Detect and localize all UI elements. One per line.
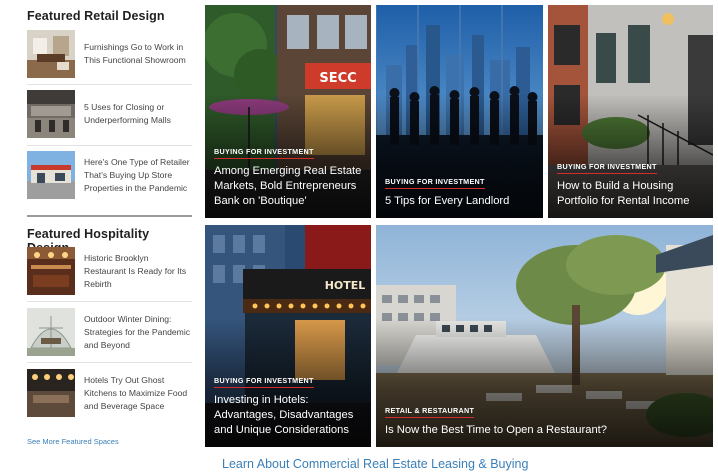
sidebar-item-malls[interactable]: 5 Uses for Closing or Underperforming Ma… (27, 89, 192, 139)
divider (27, 301, 192, 302)
card-category[interactable]: BUYING FOR INVESTMENT (214, 147, 314, 159)
sidebar-item-label: Hotels Try Out Ghost Kitchens to Maximiz… (84, 374, 188, 411)
winter-dining-thumbnail (27, 308, 75, 356)
sidebar-item-label: Historic Brooklyn Restaurant Is Ready fo… (84, 252, 187, 289)
card-headline[interactable]: Investing in Hotels: Advantages, Disadva… (214, 393, 363, 438)
sidebar-item-label: 5 Uses for Closing or Underperforming Ma… (84, 102, 171, 125)
mall-thumbnail (27, 90, 75, 138)
divider (27, 362, 192, 363)
featured-sidebar: Featured Retail Design Furnishings Go to… (20, 0, 192, 474)
store-thumbnail (27, 151, 75, 199)
card-headline[interactable]: Among Emerging Real Estate Markets, Bold… (214, 164, 363, 209)
leasing-buying-link[interactable]: Learn About Commercial Real Estate Leasi… (222, 457, 528, 471)
sidebar-item-label: Furnishings Go to Work in This Functiona… (84, 42, 186, 65)
article-card-landlord-tips[interactable]: BUYING FOR INVESTMENT 5 Tips for Every L… (376, 5, 543, 218)
see-more-featured-spaces-link[interactable]: See More Featured Spaces (27, 437, 119, 446)
article-card-boutique[interactable]: SECC BUYING FOR INVESTMENT Among Emergin… (205, 5, 371, 218)
card-category[interactable]: BUYING FOR INVESTMENT (557, 162, 657, 174)
storefront-sign: SECC (319, 71, 356, 86)
sidebar-item-ghost-kitchens[interactable]: Hotels Try Out Ghost Kitchens to Maximiz… (27, 368, 192, 418)
card-headline[interactable]: 5 Tips for Every Landlord (385, 194, 535, 209)
showroom-thumbnail (27, 30, 75, 78)
hotel-kitchen-thumbnail (27, 369, 75, 417)
sidebar-item-brooklyn-restaurant[interactable]: Historic Brooklyn Restaurant Is Ready fo… (27, 246, 192, 296)
card-category[interactable]: RETAIL & RESTAURANT (385, 406, 475, 418)
card-category[interactable]: BUYING FOR INVESTMENT (214, 376, 314, 388)
hotel-sign: HOTEL (325, 279, 366, 292)
sidebar-item-store-properties[interactable]: Here's One Type of Retailer That's Buyin… (27, 150, 192, 200)
sidebar-item-label: Here's One Type of Retailer That's Buyin… (84, 156, 190, 193)
divider (27, 145, 192, 146)
card-headline[interactable]: How to Build a Housing Portfolio for Ren… (557, 179, 705, 209)
retail-section-title: Featured Retail Design (27, 9, 165, 23)
restaurant-thumbnail (27, 247, 75, 295)
sidebar-item-winter-dining[interactable]: Outdoor Winter Dining: Strategies for th… (27, 307, 192, 357)
sidebar-item-label: Outdoor Winter Dining: Strategies for th… (84, 313, 191, 350)
card-category[interactable]: BUYING FOR INVESTMENT (385, 177, 485, 189)
article-card-open-restaurant[interactable]: RETAIL & RESTAURANT Is Now the Best Time… (376, 225, 713, 447)
card-headline[interactable]: Is Now the Best Time to Open a Restauran… (385, 423, 705, 438)
sidebar-item-showroom[interactable]: Furnishings Go to Work in This Functiona… (27, 29, 192, 79)
section-divider (27, 215, 192, 217)
article-card-investing-hotels[interactable]: HOTEL BUYING FOR INVESTMENT Investing in… (205, 225, 371, 447)
divider (27, 84, 192, 85)
article-card-housing-portfolio[interactable]: BUYING FOR INVESTMENT How to Build a Hou… (548, 5, 713, 218)
